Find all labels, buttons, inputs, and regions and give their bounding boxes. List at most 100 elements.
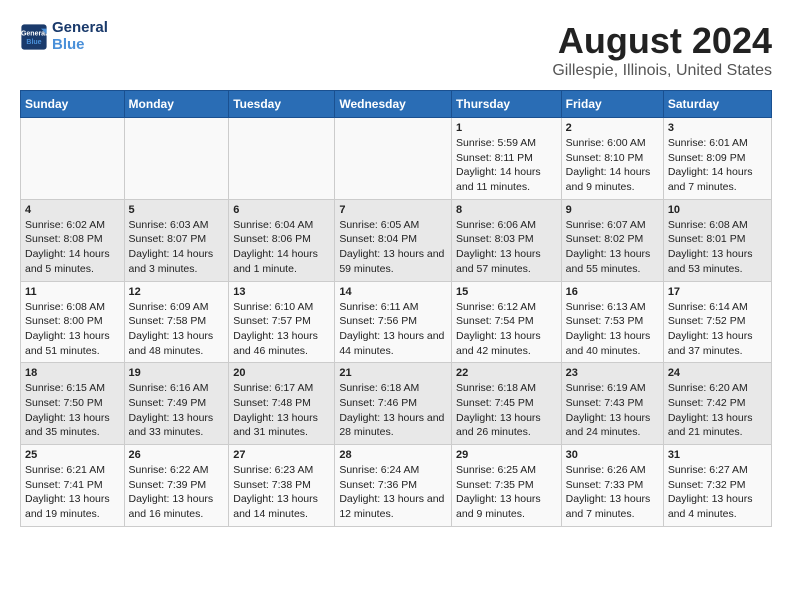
column-header-friday: Friday <box>561 91 663 118</box>
calendar-cell: 11Sunrise: 6:08 AMSunset: 8:00 PMDayligh… <box>21 281 125 363</box>
day-number: 28 <box>339 449 447 461</box>
day-number: 15 <box>456 286 557 298</box>
calendar-cell: 1Sunrise: 5:59 AMSunset: 8:11 PMDaylight… <box>452 118 562 200</box>
day-info: Sunrise: 6:26 AM <box>566 463 659 478</box>
page-subtitle: Gillespie, Illinois, United States <box>552 62 772 80</box>
day-number: 29 <box>456 449 557 461</box>
day-info: Sunset: 7:33 PM <box>566 478 659 493</box>
day-number: 11 <box>25 286 120 298</box>
day-info: Sunset: 8:04 PM <box>339 232 447 247</box>
column-header-sunday: Sunday <box>21 91 125 118</box>
calendar-cell: 12Sunrise: 6:09 AMSunset: 7:58 PMDayligh… <box>124 281 229 363</box>
day-info: Sunrise: 5:59 AM <box>456 136 557 151</box>
calendar-cell <box>21 118 125 200</box>
calendar-cell: 24Sunrise: 6:20 AMSunset: 7:42 PMDayligh… <box>663 363 771 445</box>
day-info: Sunset: 7:38 PM <box>233 478 330 493</box>
day-info: Daylight: 14 hours and 5 minutes. <box>25 247 120 276</box>
day-number: 5 <box>129 204 225 216</box>
day-number: 23 <box>566 367 659 379</box>
day-number: 1 <box>456 122 557 134</box>
logo: General Blue General Blue <box>20 20 108 53</box>
day-info: Daylight: 13 hours and 9 minutes. <box>456 492 557 521</box>
day-info: Sunset: 7:57 PM <box>233 314 330 329</box>
day-info: Sunrise: 6:13 AM <box>566 300 659 315</box>
day-info: Daylight: 13 hours and 4 minutes. <box>668 492 767 521</box>
calendar-cell: 22Sunrise: 6:18 AMSunset: 7:45 PMDayligh… <box>452 363 562 445</box>
column-header-tuesday: Tuesday <box>229 91 335 118</box>
week-row-5: 25Sunrise: 6:21 AMSunset: 7:41 PMDayligh… <box>21 445 772 527</box>
day-info: Sunrise: 6:04 AM <box>233 218 330 233</box>
day-info: Daylight: 13 hours and 42 minutes. <box>456 329 557 358</box>
week-row-4: 18Sunrise: 6:15 AMSunset: 7:50 PMDayligh… <box>21 363 772 445</box>
logo-text-general: General <box>52 20 108 37</box>
day-info: Daylight: 13 hours and 57 minutes. <box>456 247 557 276</box>
day-number: 19 <box>129 367 225 379</box>
day-info: Sunrise: 6:27 AM <box>668 463 767 478</box>
day-info: Daylight: 13 hours and 16 minutes. <box>129 492 225 521</box>
day-info: Sunset: 7:36 PM <box>339 478 447 493</box>
day-info: Sunset: 7:53 PM <box>566 314 659 329</box>
day-info: Daylight: 13 hours and 46 minutes. <box>233 329 330 358</box>
calendar-cell: 17Sunrise: 6:14 AMSunset: 7:52 PMDayligh… <box>663 281 771 363</box>
calendar-cell: 4Sunrise: 6:02 AMSunset: 8:08 PMDaylight… <box>21 199 125 281</box>
day-number: 20 <box>233 367 330 379</box>
day-number: 25 <box>25 449 120 461</box>
day-info: Daylight: 13 hours and 12 minutes. <box>339 492 447 521</box>
calendar-cell <box>335 118 452 200</box>
day-info: Daylight: 14 hours and 9 minutes. <box>566 165 659 194</box>
day-info: Daylight: 13 hours and 24 minutes. <box>566 411 659 440</box>
calendar-cell: 10Sunrise: 6:08 AMSunset: 8:01 PMDayligh… <box>663 199 771 281</box>
calendar-header-row: SundayMondayTuesdayWednesdayThursdayFrid… <box>21 91 772 118</box>
calendar-cell: 31 Sunrise: 6:27 AMSunset: 7:32 PMDayligh… <box>663 445 771 527</box>
svg-text:Blue: Blue <box>26 39 41 46</box>
day-number: 3 <box>668 122 767 134</box>
day-info: Sunrise: 6:01 AM <box>668 136 767 151</box>
calendar-cell: 18Sunrise: 6:15 AMSunset: 7:50 PMDayligh… <box>21 363 125 445</box>
day-number: 4 <box>25 204 120 216</box>
day-info: Daylight: 13 hours and 40 minutes. <box>566 329 659 358</box>
day-number: 24 <box>668 367 767 379</box>
day-info: Sunset: 7:41 PM <box>25 478 120 493</box>
day-info: Sunset: 8:06 PM <box>233 232 330 247</box>
day-info: Daylight: 13 hours and 21 minutes. <box>668 411 767 440</box>
day-info: Sunset: 7:32 PM <box>668 478 767 493</box>
day-info: Sunrise: 6:19 AM <box>566 381 659 396</box>
day-info: Daylight: 13 hours and 53 minutes. <box>668 247 767 276</box>
calendar-cell: 25Sunrise: 6:21 AMSunset: 7:41 PMDayligh… <box>21 445 125 527</box>
logo-text-blue: Blue <box>52 37 108 54</box>
day-info: Sunset: 8:03 PM <box>456 232 557 247</box>
day-number: 16 <box>566 286 659 298</box>
day-number: 6 <box>233 204 330 216</box>
day-number: 30 <box>566 449 659 461</box>
day-info: Sunrise: 6:00 AM <box>566 136 659 151</box>
calendar-cell: 15Sunrise: 6:12 AMSunset: 7:54 PMDayligh… <box>452 281 562 363</box>
day-info: Daylight: 13 hours and 37 minutes. <box>668 329 767 358</box>
calendar-cell: 9Sunrise: 6:07 AMSunset: 8:02 PMDaylight… <box>561 199 663 281</box>
day-info: Sunset: 7:54 PM <box>456 314 557 329</box>
day-info: Sunrise: 6:05 AM <box>339 218 447 233</box>
day-number: 14 <box>339 286 447 298</box>
calendar-cell: 23Sunrise: 6:19 AMSunset: 7:43 PMDayligh… <box>561 363 663 445</box>
column-header-saturday: Saturday <box>663 91 771 118</box>
calendar-cell: 26Sunrise: 6:22 AMSunset: 7:39 PMDayligh… <box>124 445 229 527</box>
day-info: Daylight: 13 hours and 28 minutes. <box>339 411 447 440</box>
day-info: Sunset: 7:46 PM <box>339 396 447 411</box>
day-number: 31 <box>668 449 767 461</box>
day-info: Sunrise: 6:08 AM <box>668 218 767 233</box>
calendar-cell: 2Sunrise: 6:00 AMSunset: 8:10 PMDaylight… <box>561 118 663 200</box>
day-info: Daylight: 13 hours and 55 minutes. <box>566 247 659 276</box>
calendar-cell: 30Sunrise: 6:26 AMSunset: 7:33 PMDayligh… <box>561 445 663 527</box>
calendar-cell <box>124 118 229 200</box>
day-info: Sunrise: 6:11 AM <box>339 300 447 315</box>
calendar-cell: 3Sunrise: 6:01 AMSunset: 8:09 PMDaylight… <box>663 118 771 200</box>
svg-text:General: General <box>21 30 47 37</box>
day-info: Sunrise: 6:15 AM <box>25 381 120 396</box>
day-info: Sunset: 8:10 PM <box>566 151 659 166</box>
day-info: Daylight: 13 hours and 59 minutes. <box>339 247 447 276</box>
day-info: Sunset: 7:42 PM <box>668 396 767 411</box>
calendar-cell: 16 Sunrise: 6:13 AMSunset: 7:53 PMDayligh… <box>561 281 663 363</box>
day-info: Daylight: 13 hours and 19 minutes. <box>25 492 120 521</box>
calendar-cell: 28Sunrise: 6:24 AMSunset: 7:36 PMDayligh… <box>335 445 452 527</box>
day-info: Sunset: 8:00 PM <box>25 314 120 329</box>
day-number: 13 <box>233 286 330 298</box>
